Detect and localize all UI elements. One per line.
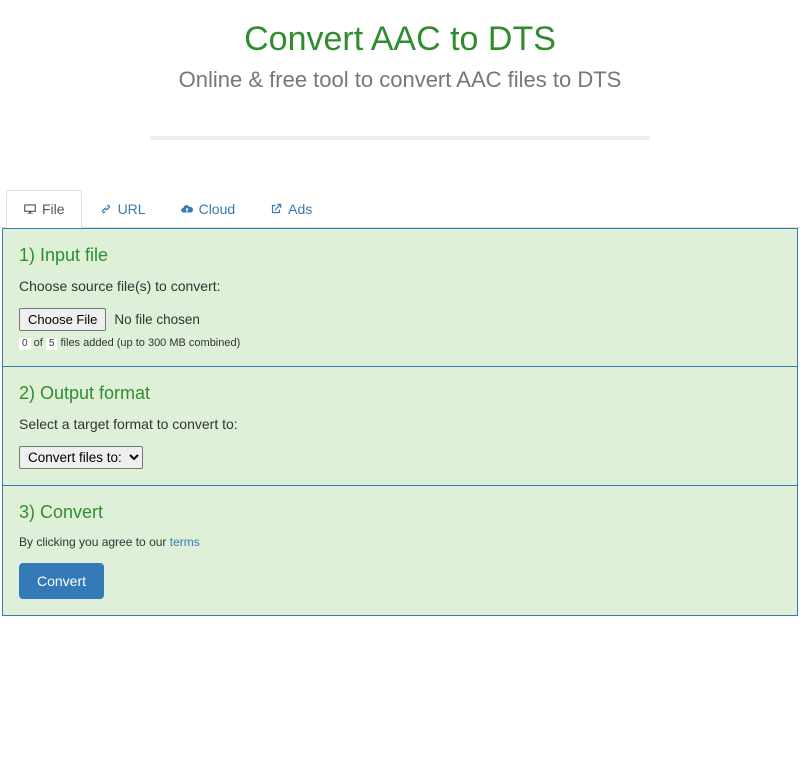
tab-url[interactable]: URL [82, 190, 163, 228]
tab-file-label: File [42, 201, 65, 217]
monitor-icon [23, 202, 37, 216]
terms-link[interactable]: terms [170, 535, 200, 549]
tab-file[interactable]: File [6, 190, 82, 228]
cloud-icon [180, 202, 194, 216]
tab-url-label: URL [118, 201, 146, 217]
files-added-count: 0 [19, 338, 31, 350]
step1-title: 1) Input file [19, 245, 781, 266]
terms-notice: By clicking you agree to our terms [19, 535, 781, 549]
step-input-file: 1) Input file Choose source file(s) to c… [3, 229, 797, 366]
tab-cloud[interactable]: Cloud [163, 190, 253, 228]
page-title: Convert AAC to DTS [130, 20, 670, 59]
file-status: No file chosen [114, 312, 200, 327]
external-link-icon [269, 202, 283, 216]
link-icon [99, 202, 113, 216]
convert-button[interactable]: Convert [19, 563, 104, 599]
choose-file-button[interactable]: Choose File [19, 308, 106, 331]
step2-instruction: Select a target format to convert to: [19, 416, 781, 432]
tab-ads[interactable]: Ads [252, 190, 329, 228]
tab-ads-label: Ads [288, 201, 312, 217]
step2-title: 2) Output format [19, 383, 781, 404]
file-count-hint: 0 of 5 files added (up to 300 MB combine… [19, 337, 781, 350]
converter-panel: 1) Input file Choose source file(s) to c… [2, 228, 798, 616]
step1-instruction: Choose source file(s) to convert: [19, 278, 781, 294]
divider [150, 136, 650, 140]
page-subtitle: Online & free tool to convert AAC files … [130, 65, 670, 96]
tab-cloud-label: Cloud [199, 201, 236, 217]
step-convert: 3) Convert By clicking you agree to our … [3, 485, 797, 615]
step3-title: 3) Convert [19, 502, 781, 523]
target-format-select[interactable]: Convert files to: [19, 446, 143, 469]
step-output-format: 2) Output format Select a target format … [3, 366, 797, 485]
files-max-count: 5 [46, 338, 58, 350]
tabs: File URL Cloud Ads [0, 190, 800, 228]
